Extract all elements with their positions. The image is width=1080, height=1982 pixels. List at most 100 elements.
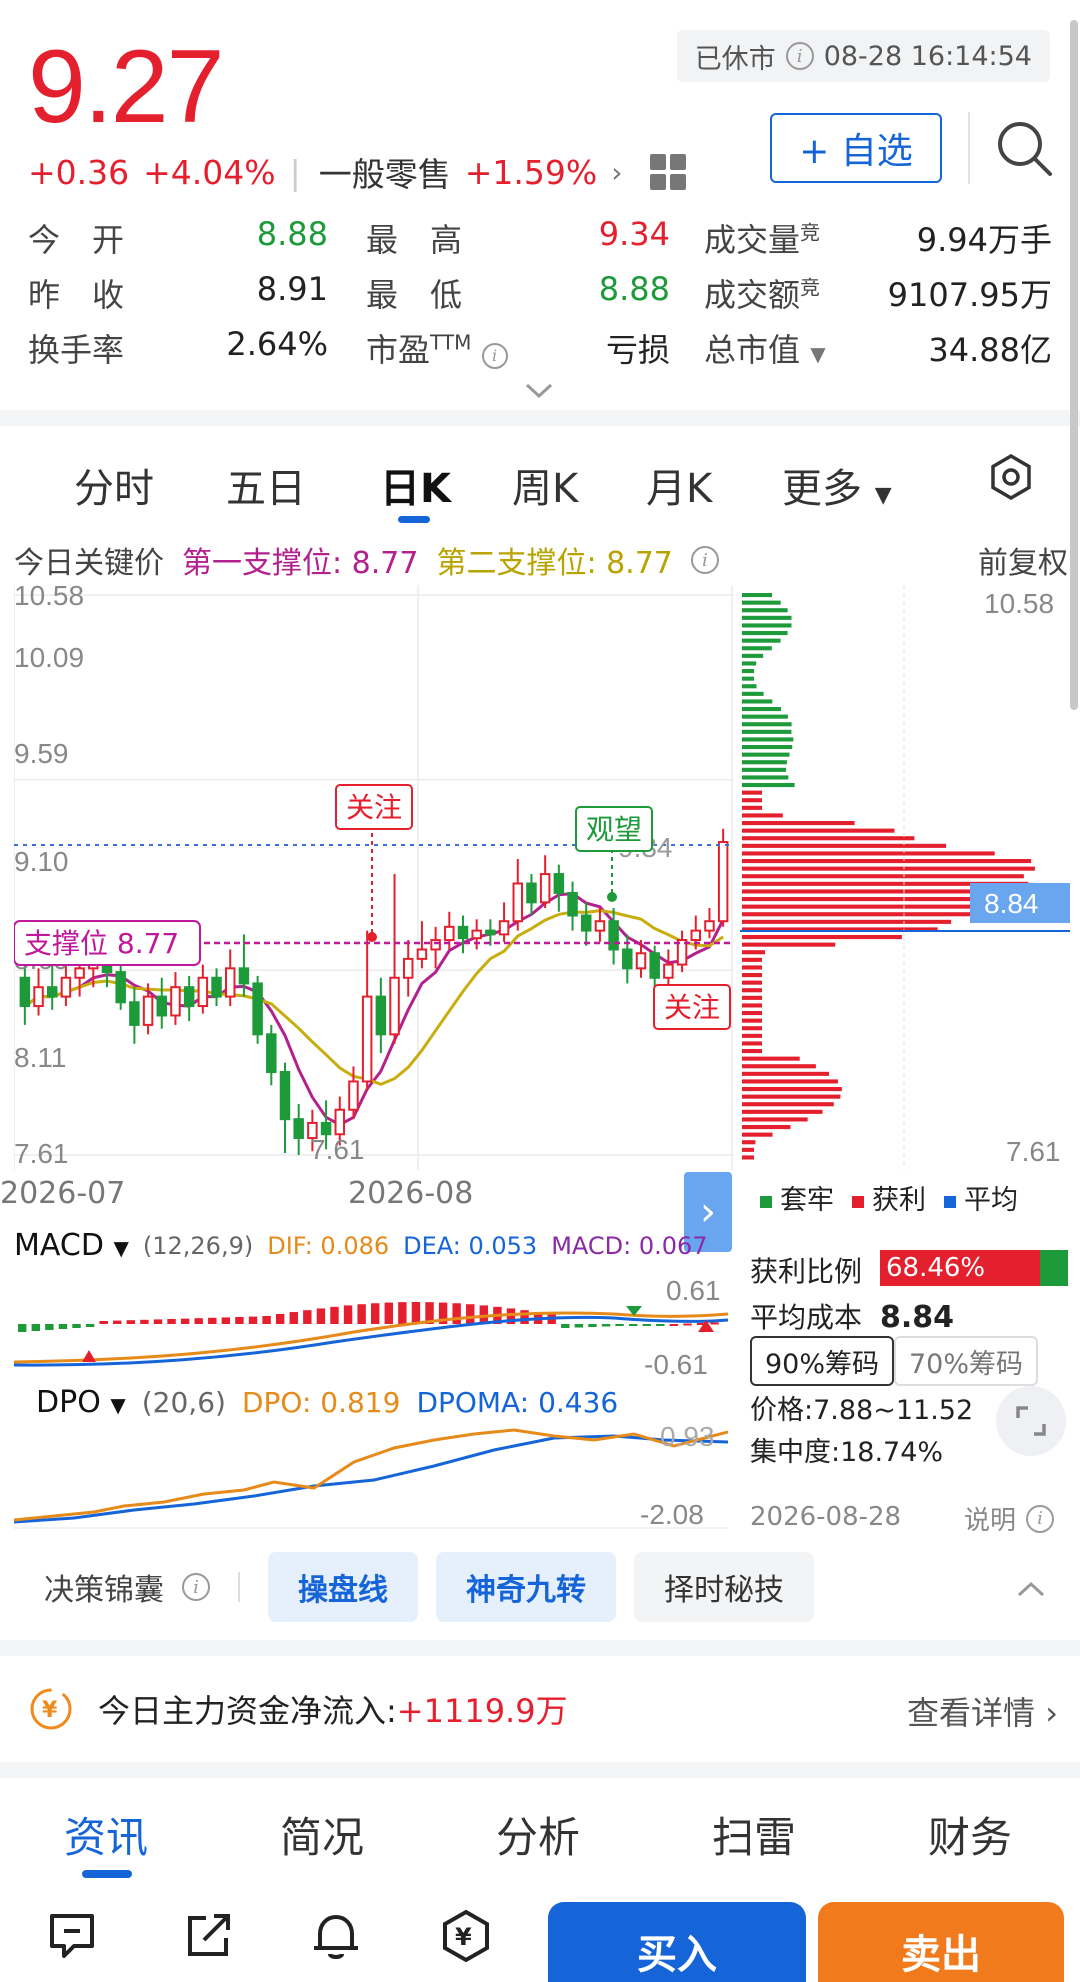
macd-bar [99, 1321, 108, 1324]
macd-header: MACD ▼ (12,26,9) DIF: 0.086 DEA: 0.053 M… [14, 1228, 728, 1263]
sell-button[interactable]: 卖出 [818, 1902, 1064, 1982]
tab-monthly-k[interactable]: 月K [646, 456, 712, 514]
profit-ratio-bar: 68.46% [880, 1250, 1068, 1286]
chip-bar [742, 805, 762, 810]
candle [293, 1118, 304, 1140]
info-icon[interactable]: i [690, 546, 719, 574]
chip-bar [742, 615, 792, 620]
y-tick: 9.10 [14, 846, 69, 877]
search-icon[interactable] [994, 118, 1054, 178]
y-tick: 10.09 [14, 642, 84, 673]
add-watchlist-button[interactable]: + 自选 [770, 113, 942, 183]
chip-bar [742, 676, 754, 681]
candle [444, 925, 455, 942]
chip-bar [742, 874, 1024, 879]
fullscreen-button[interactable] [996, 1386, 1066, 1456]
share-icon[interactable] [180, 1908, 236, 1964]
tab-daily-k[interactable]: 日K [380, 456, 451, 514]
tab-more[interactable]: 更多 ▼ [782, 456, 892, 514]
chip-bar [742, 1117, 808, 1122]
candle [224, 967, 236, 998]
chip-bar [742, 1132, 773, 1137]
candle [279, 1071, 291, 1121]
macd-bar [520, 1310, 529, 1324]
macd-bar [303, 1310, 312, 1324]
chip-bar [742, 646, 772, 651]
volume-value: 9.94万手 [916, 221, 1052, 259]
pill-timing[interactable]: 择时秘技 [634, 1552, 814, 1622]
tab-news[interactable]: 资讯 [64, 1804, 148, 1865]
chip-bar [742, 1102, 834, 1107]
candle [580, 914, 592, 932]
stats-row-1: 今 开 8.88 最 高 9.34 成交量竞 9.94万手 [28, 215, 1052, 265]
macd-bar [275, 1314, 285, 1324]
chip-bar [742, 1049, 762, 1054]
macd-selector[interactable]: MACD ▼ [14, 1228, 129, 1263]
watch-tag-text: 观望 [586, 813, 642, 846]
x-tick-july: 2026-07 [0, 1176, 126, 1211]
pill-magic-nine[interactable]: 神奇九转 [436, 1552, 616, 1622]
chip-90-button[interactable]: 90%筹码 [750, 1336, 894, 1386]
macd-bar [330, 1306, 339, 1324]
capital-flow-row[interactable]: ¥ 今日主力资金净流入: +1119.9万 查看详情 › [28, 1684, 1058, 1734]
price-change-pct: +4.04% [143, 152, 276, 192]
info-icon: i [1026, 1504, 1055, 1533]
chip-bar [742, 798, 762, 803]
tab-weekly-k[interactable]: 周K [512, 456, 578, 514]
money-flow-icon: ¥ [30, 1688, 72, 1730]
settings-icon[interactable] [988, 454, 1034, 500]
chip-bar [742, 752, 790, 757]
tab-analysis[interactable]: 分析 [496, 1804, 580, 1865]
chip-bar [742, 623, 792, 628]
tab-finance[interactable]: 财务 [928, 1804, 1012, 1865]
macd-params: (12,26,9) [142, 1231, 254, 1260]
yuan-hexagon-icon[interactable]: ¥ [438, 1908, 494, 1964]
candle [361, 995, 373, 1083]
mktcap-label[interactable]: 总市值 ▼ [704, 325, 826, 371]
y-tick: 9.59 [14, 738, 69, 769]
sector-name[interactable]: 一般零售 [319, 148, 451, 196]
stats-row-2: 昨 收 8.91 最 低 8.88 成交额竞 9107.95万 [28, 270, 1052, 320]
grid-icon[interactable] [650, 154, 687, 190]
chip-bar [742, 1033, 762, 1038]
chip-bar [742, 1018, 762, 1023]
comment-icon[interactable] [44, 1908, 100, 1964]
chip-70-button[interactable]: 70%筹码 [894, 1336, 1038, 1386]
tab-intraday[interactable]: 分时 [74, 456, 154, 514]
macd-bar [113, 1320, 122, 1324]
bell-icon[interactable] [308, 1908, 364, 1964]
avg-cost-row: 平均成本 8.84 [750, 1296, 954, 1336]
decision-title: 决策锦囊 [44, 1573, 164, 1608]
chevron-up-icon[interactable] [1016, 1580, 1046, 1598]
pill-trading-line[interactable]: 操盘线 [268, 1552, 418, 1622]
macd-bar [656, 1324, 665, 1326]
candle [46, 986, 58, 998]
sector-change-pct[interactable]: +1.59% [465, 153, 597, 192]
scrollbar[interactable] [1070, 20, 1078, 710]
macd-bar [384, 1302, 393, 1324]
flow-detail-link[interactable]: 查看详情 › [907, 1688, 1058, 1734]
tab-five-day[interactable]: 五日 [226, 456, 306, 514]
chevron-down-icon[interactable] [524, 382, 554, 400]
chip-bar [742, 1079, 838, 1084]
chip-bar [742, 1109, 823, 1114]
chip-bar [742, 995, 762, 1000]
info-icon[interactable]: i [785, 42, 814, 70]
chip-help[interactable]: 说明 i [964, 1500, 1055, 1537]
candle [717, 841, 729, 923]
tab-profile[interactable]: 简况 [280, 1804, 364, 1865]
avg-cost-label: 平均成本 [750, 1301, 863, 1334]
candle [183, 986, 195, 1008]
adjust-mode[interactable]: 前复权 [978, 538, 1068, 582]
dpo-selector[interactable]: DPO ▼ [36, 1385, 126, 1420]
chip-bar [742, 699, 773, 704]
chevron-right-icon[interactable]: › [611, 156, 622, 189]
tab-risk[interactable]: 扫雷 [712, 1804, 796, 1865]
pe-label[interactable]: 市盈TTM i [366, 325, 508, 371]
buy-button[interactable]: 买入 [548, 1902, 806, 1982]
chip-bar [742, 722, 792, 727]
focus-tag-2-text: 关注 [664, 991, 720, 1024]
info-icon[interactable]: i [182, 1573, 210, 1601]
candlestick-chart[interactable]: 10.58 10.09 9.59 9.10 8.60 8.11 7.61 7.6… [14, 585, 734, 1170]
dpo-chart: 0.93 -2.08 [14, 1421, 728, 1530]
